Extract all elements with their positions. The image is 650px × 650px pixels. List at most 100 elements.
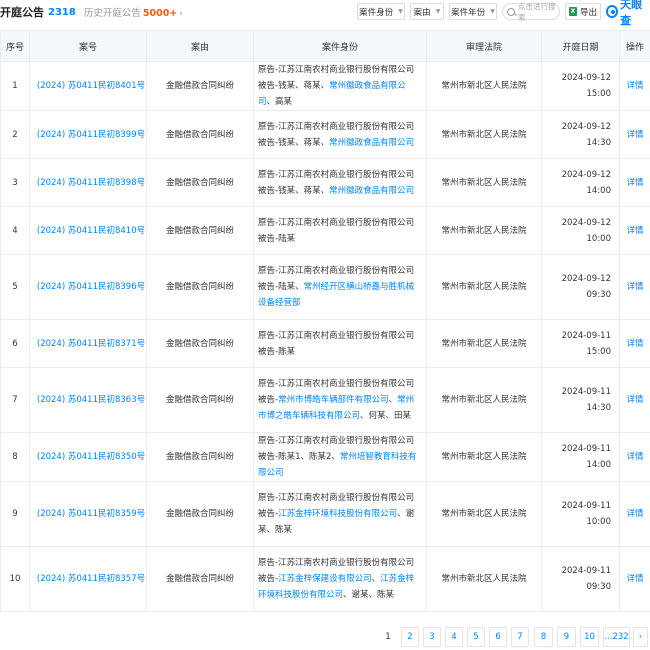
filter-case-year[interactable]: 案件年份 ▼ <box>449 3 497 20</box>
page-button[interactable]: 1 <box>379 627 397 647</box>
details-link[interactable]: 详情 <box>619 61 650 111</box>
case-cause: 金融借款合同纠纷 <box>146 432 254 482</box>
court-name: 常州市新北区人民法院 <box>426 206 542 255</box>
case-number-link[interactable]: (2024) 苏0411民初8401号 <box>29 61 147 111</box>
chevron-right-icon[interactable]: › <box>179 9 183 19</box>
details-link[interactable]: 详情 <box>619 481 650 547</box>
search-input[interactable]: 点击进行搜索 <box>502 1 560 22</box>
case-identity: 原告-江苏江南农村商业银行股份有限公司 被告-陆某、常州经开区横山桥嘉与胜机械设备… <box>253 254 427 320</box>
case-identity: 原告-江苏江南农村商业银行股份有限公司 被告-陆某 <box>253 206 427 255</box>
plaintiff: 原告-江苏江南农村商业银行股份有限公司 <box>258 266 415 276</box>
company-link[interactable]: 常州徽政食品有限公司 <box>329 186 414 196</box>
column-header: 案件身份 <box>253 30 427 62</box>
details-link[interactable]: 详情 <box>619 158 650 207</box>
court-name: 常州市新北区人民法院 <box>426 158 542 207</box>
case-cause: 金融借款合同纠纷 <box>146 367 254 433</box>
party-text: 被告- <box>258 574 279 584</box>
case-number-link[interactable]: (2024) 苏0411民初8396号 <box>29 254 147 320</box>
table-row: 2 (2024) 苏0411民初8399号 金融借款合同纠纷 原告-江苏江南农村商业银… <box>0 110 650 159</box>
page-button[interactable]: 9 <box>557 627 576 647</box>
search-placeholder: 点击进行搜索 <box>518 1 556 22</box>
case-number-link[interactable]: (2024) 苏0411民初8363号 <box>29 367 147 433</box>
row-index: 9 <box>0 481 30 547</box>
details-link[interactable]: 详情 <box>619 319 650 368</box>
search-icon <box>507 7 515 16</box>
defendant: 被告-钱某、蒋某、常州徽政食品有限公司 <box>258 135 422 151</box>
export-button[interactable]: X 导出 <box>565 3 601 20</box>
case-number-link[interactable]: (2024) 苏0411民初8398号 <box>29 158 147 207</box>
case-identity: 原告-江苏江南农村商业银行股份有限公司被告-钱某、蒋某、常州徽政食品有限公司 <box>253 110 427 159</box>
filter-case-identity[interactable]: 案件身份 ▼ <box>357 3 405 20</box>
table-row: 7 (2024) 苏0411民初8363号 金融借款合同纠纷 原告-江苏江南农村商业银… <box>0 367 650 433</box>
page-button[interactable]: 5 <box>467 627 485 647</box>
case-number-link[interactable]: (2024) 苏0411民初8357号 <box>29 546 147 612</box>
row-index: 1 <box>0 61 30 111</box>
plaintiff: 原告-江苏江南农村商业银行股份有限公司 <box>258 121 415 132</box>
page-button[interactable]: 4 <box>445 627 463 647</box>
court-name: 常州市新北区人民法院 <box>426 546 542 612</box>
court-name: 常州市新北区人民法院 <box>426 432 542 482</box>
hearing-date: 2024-09-11 14:30 <box>541 367 620 433</box>
party-text: 、 <box>388 395 398 405</box>
details-link[interactable]: 详情 <box>619 546 650 612</box>
table-row: 10 (2024) 苏0411民初8357号 金融借款合同纠纷 原告-江苏江南农村商业… <box>0 546 650 612</box>
hearing-date: 2024-09-12 14:00 <box>541 158 620 207</box>
plaintiff: 原告-江苏江南农村商业银行股份有限公司 <box>258 558 415 568</box>
case-number-link[interactable]: (2024) 苏0411民初8399号 <box>29 110 147 159</box>
row-index: 8 <box>0 432 30 482</box>
case-cause: 金融借款合同纠纷 <box>146 319 254 368</box>
company-link[interactable]: 常州徽政食品有限公司 <box>329 138 414 148</box>
hearing-date: 2024-09-11 10:00 <box>541 481 620 547</box>
filter-case-cause[interactable]: 案由 ▼ <box>410 3 444 20</box>
company-link[interactable]: 常州市博皓车辆部件有限公司 <box>278 395 389 405</box>
details-link[interactable]: 详情 <box>619 432 650 482</box>
page-button[interactable]: 2 <box>401 627 419 647</box>
party-text: 、何某、田某 <box>360 411 412 421</box>
history-count[interactable]: 5000+ <box>143 8 177 19</box>
defendant: 被告-陈某1、陈某2、常州培智教育科技有限公司 <box>258 449 422 481</box>
hearing-date: 2024-09-12 09:30 <box>541 254 620 320</box>
plaintiff: 原告-江苏江南农村商业银行股份有限公司 <box>258 65 415 75</box>
table-body: 1 (2024) 苏0411民初8401号 金融借款合同纠纷 原告-江苏江南农村商业银… <box>0 61 650 612</box>
page-button[interactable]: 8 <box>534 627 553 647</box>
caret-down-icon: ▼ <box>398 8 403 15</box>
party-text: 、谢某、陈某 <box>343 590 395 600</box>
case-number-link[interactable]: (2024) 苏0411民初8410号 <box>29 206 147 255</box>
details-link[interactable]: 详情 <box>619 206 650 255</box>
party-text: 、 <box>371 574 381 584</box>
company-link[interactable]: 江苏金梓环境科技股份有限公司 <box>278 509 397 519</box>
case-identity: 原告-江苏江南农村商业银行股份有限公司 被告-陈某1、陈某2、常州培智教育科技有限… <box>253 432 427 482</box>
case-number-link[interactable]: (2024) 苏0411民初8371号 <box>29 319 147 368</box>
court-name: 常州市新北区人民法院 <box>426 367 542 433</box>
details-link[interactable]: 详情 <box>619 367 650 433</box>
pagination: 1 2 3 4 5 6 7 8 9 10 ...232 › <box>0 627 650 649</box>
details-link[interactable]: 详情 <box>619 254 650 320</box>
case-identity: 原告-江苏江南农村商业银行股份有限公司 被告-常州市博皓车辆部件有限公司、常州市博… <box>253 367 427 433</box>
defendant: 被告-常州市博皓车辆部件有限公司、常州市博之皓车辆科技有限公司、何某、田某 <box>258 392 422 424</box>
page-button[interactable]: ...232 <box>603 627 630 647</box>
page-button[interactable]: 3 <box>423 627 441 647</box>
column-header: 操作 <box>619 30 650 62</box>
row-index: 4 <box>0 206 30 255</box>
page-button[interactable]: 6 <box>489 627 507 647</box>
plaintiff: 原告-江苏江南农村商业银行股份有限公司 <box>258 330 415 341</box>
party-text: 被告-陈某 <box>258 346 296 357</box>
case-cause: 金融借款合同纠纷 <box>146 158 254 207</box>
table-row: 5 (2024) 苏0411民初8396号 金融借款合同纠纷 原告-江苏江南农村商业银… <box>0 254 650 320</box>
table-row: 9 (2024) 苏0411民初8359号 金融借款合同纠纷 原告-江苏江南农村商业银… <box>0 481 650 547</box>
case-cause: 金融借款合同纠纷 <box>146 206 254 255</box>
company-link[interactable]: 江苏金梓保建设有限公司 <box>278 574 372 584</box>
brand-name: 天眼查 <box>620 0 643 27</box>
details-link[interactable]: 详情 <box>619 110 650 159</box>
case-identity: 原告-江苏江南农村商业银行股份有限公司 被告-陈某 <box>253 319 427 368</box>
next-page-button[interactable]: › <box>633 627 648 647</box>
history-link[interactable]: 历史开庭公告 5000+ › <box>84 5 183 19</box>
history-label[interactable]: 历史开庭公告 <box>84 8 141 19</box>
page-button[interactable]: 10 <box>580 627 599 647</box>
case-number-link[interactable]: (2024) 苏0411民初8350号 <box>29 432 147 482</box>
hearing-date: 2024-09-12 14:30 <box>541 110 620 159</box>
table-row: 3 (2024) 苏0411民初8398号 金融借款合同纠纷 原告-江苏江南农村商业银… <box>0 158 650 207</box>
case-cause: 金融借款合同纠纷 <box>146 546 254 612</box>
page-button[interactable]: 7 <box>511 627 529 647</box>
case-number-link[interactable]: (2024) 苏0411民初8359号 <box>29 481 147 547</box>
